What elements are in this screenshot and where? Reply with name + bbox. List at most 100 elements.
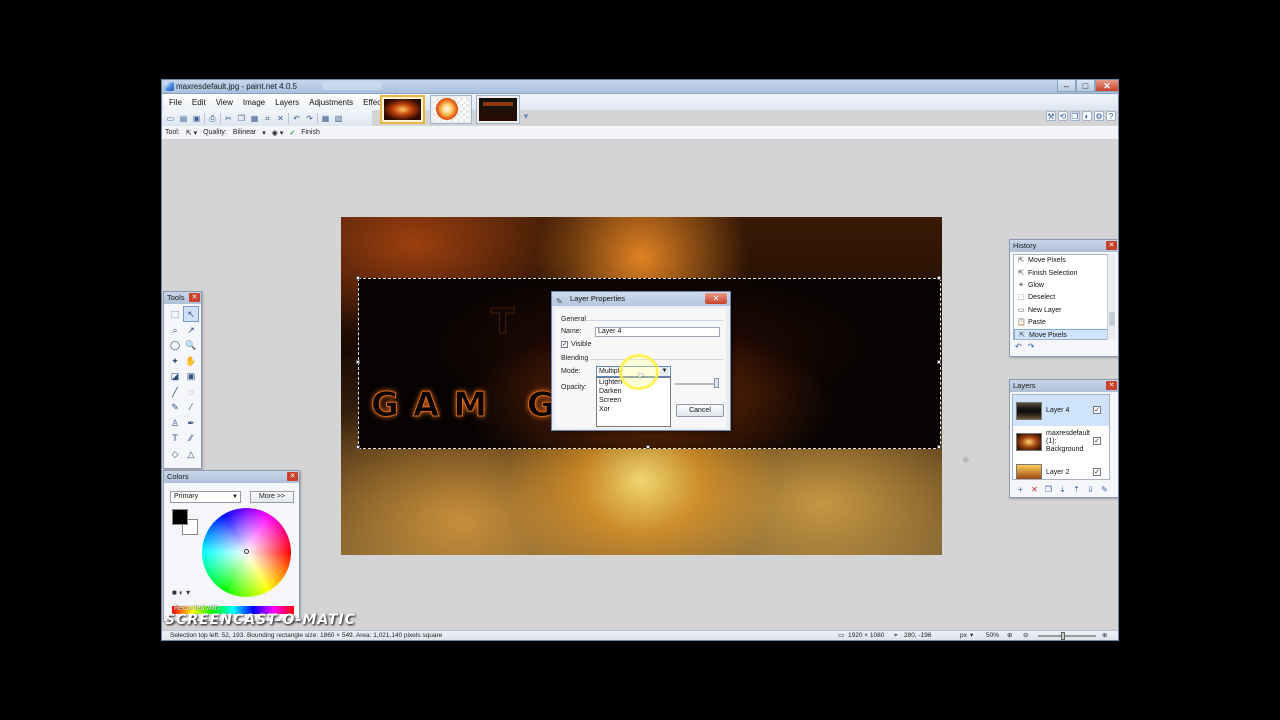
layer-name-input[interactable]: Layer 4	[595, 327, 720, 337]
history-item-selected[interactable]: ⇱ Move Pixels	[1014, 329, 1109, 339]
print-icon[interactable]: ⎙	[207, 113, 218, 124]
image-tab-2[interactable]	[430, 95, 472, 124]
selection-handle[interactable]	[937, 445, 941, 449]
finish-button[interactable]: Finish	[301, 129, 320, 136]
blend-mode-option[interactable]: Xor	[597, 405, 670, 414]
image-tab-1[interactable]	[380, 95, 425, 124]
open-icon[interactable]: ▤	[178, 113, 189, 124]
history-item[interactable]: ▭ New Layer	[1014, 305, 1109, 317]
dialog-close-button[interactable]: ✕	[705, 293, 727, 304]
blend-mode-select[interactable]: Multiply ▼	[596, 366, 671, 377]
selection-handle[interactable]	[356, 276, 360, 280]
layer-properties-icon[interactable]: ✎	[1099, 485, 1110, 494]
merge-layer-down-icon[interactable]: ⇣	[1057, 485, 1068, 494]
menu-file[interactable]: File	[164, 98, 187, 107]
delete-layer-icon[interactable]: ✕	[1029, 485, 1040, 494]
lasso-tool-icon[interactable]: ⌕	[167, 322, 183, 338]
color-wheel-marker[interactable]	[244, 549, 249, 554]
layer-visibility-checkbox[interactable]: ✓	[1093, 468, 1101, 476]
visible-checkbox[interactable]: ✓	[561, 341, 568, 348]
undo-icon[interactable]: ↶	[1015, 342, 1022, 351]
layer-row[interactable]: Layer 2 ✓	[1013, 457, 1109, 479]
selection-handle[interactable]	[937, 276, 941, 280]
canvas-resize-grip-icon[interactable]: ⁜	[962, 455, 970, 466]
save-icon[interactable]: ▣	[191, 113, 202, 124]
paste-icon[interactable]: ▦	[249, 113, 260, 124]
grid-icon[interactable]: ▦	[320, 113, 331, 124]
rectangle-select-tool-icon[interactable]: ⬚	[167, 306, 183, 322]
layer-visibility-checkbox[interactable]: ✓	[1093, 437, 1101, 445]
move-selection-tool-icon[interactable]: ↗	[183, 322, 199, 338]
scrollbar-thumb[interactable]	[1109, 312, 1115, 326]
color-mode-select[interactable]: Primary ▼	[170, 491, 241, 503]
maximize-button[interactable]: □	[1076, 80, 1095, 92]
layer-row[interactable]: maxresdefault (1): Background ✓	[1013, 426, 1109, 457]
ellipse-select-tool-icon[interactable]: ◯	[167, 337, 183, 353]
blend-mode-option[interactable]: Darken	[597, 387, 670, 396]
opacity-slider-thumb[interactable]	[714, 378, 719, 388]
blend-mode-option[interactable]: Lighten	[597, 378, 670, 387]
undo-icon[interactable]: ↶	[291, 113, 302, 124]
layer-row-selected[interactable]: Layer 4 ✓	[1013, 395, 1109, 426]
finish-check-icon[interactable]: ✓	[289, 129, 295, 137]
tools-close-button[interactable]: ✕	[189, 293, 200, 302]
selection-handle[interactable]	[646, 445, 650, 449]
line-curve-tool-icon[interactable]: ⁄⁄	[183, 430, 199, 446]
pencil-tool-icon[interactable]: ✎	[167, 399, 183, 415]
eraser-tool-icon[interactable]: ◌	[183, 384, 199, 400]
colors-toggle-icon[interactable]: ◐	[1082, 111, 1092, 121]
pan-tool-icon[interactable]: ✋	[183, 353, 199, 369]
selection-handle[interactable]	[356, 360, 360, 364]
history-scrollbar[interactable]	[1107, 254, 1115, 340]
minimize-button[interactable]: –	[1057, 80, 1076, 92]
shapes-tool-icon[interactable]: ◇	[167, 446, 183, 462]
image-tab-3[interactable]	[476, 95, 520, 124]
paint-bucket-tool-icon[interactable]: ◪	[167, 368, 183, 384]
cut-icon[interactable]: ✂	[223, 113, 234, 124]
menu-view[interactable]: View	[211, 98, 238, 107]
current-tool-icon[interactable]: ⇱ ▾	[186, 129, 197, 137]
history-item[interactable]: ⬚ Deselect	[1014, 292, 1109, 304]
history-item[interactable]: ⇱ Move Pixels	[1014, 255, 1109, 267]
add-layer-icon[interactable]: +	[1015, 485, 1026, 494]
new-icon[interactable]: ▭	[165, 113, 176, 124]
history-item[interactable]: ☀ Glow	[1014, 280, 1109, 292]
more-colors-button[interactable]: More >>	[250, 491, 294, 503]
duplicate-layer-icon[interactable]: ❐	[1043, 485, 1054, 494]
redo-icon[interactable]: ↷	[304, 113, 315, 124]
recolor-tool-icon[interactable]: ✒	[183, 415, 199, 431]
clone-stamp-tool-icon[interactable]: ♙	[167, 415, 183, 431]
cancel-button[interactable]: Cancel	[676, 404, 724, 417]
move-selected-pixels-tool-icon[interactable]: ↖	[183, 306, 199, 322]
units-dropdown-icon[interactable]: ▾	[970, 631, 973, 640]
zoom-in-icon[interactable]: ⊕	[1102, 631, 1107, 640]
colors-close-button[interactable]: ✕	[287, 472, 298, 481]
help-icon[interactable]: ?	[1106, 111, 1116, 121]
history-toggle-icon[interactable]: ⟲	[1058, 111, 1068, 121]
gradient-tool-icon[interactable]: ▣	[183, 368, 199, 384]
rulers-icon[interactable]: ▧	[333, 113, 344, 124]
primary-color-swatch[interactable]	[172, 509, 188, 525]
color-picker-tool-icon[interactable]: ⁄	[183, 399, 199, 415]
menu-image[interactable]: Image	[238, 98, 270, 107]
selection-handle[interactable]	[937, 360, 941, 364]
magic-wand-tool-icon[interactable]: ✦	[167, 353, 183, 369]
redo-icon[interactable]: ↷	[1028, 342, 1035, 351]
shape-type-icon[interactable]: △	[183, 446, 199, 462]
history-item[interactable]: 📋 Paste	[1014, 317, 1109, 329]
crop-icon[interactable]: ⌗	[262, 113, 273, 124]
layers-close-button[interactable]: ✕	[1106, 381, 1117, 390]
quality-dropdown-icon[interactable]: ▾	[262, 129, 266, 137]
copy-icon[interactable]: ❐	[236, 113, 247, 124]
zoom-value[interactable]: 50%	[986, 631, 999, 640]
quality-select[interactable]: Bilinear	[233, 129, 256, 136]
history-close-button[interactable]: ✕	[1106, 241, 1117, 250]
paintbrush-tool-icon[interactable]: ╱	[167, 384, 183, 400]
zoom-tool-icon[interactable]: 🔍	[183, 337, 199, 353]
tools-toggle-icon[interactable]: ⚒	[1046, 111, 1056, 121]
zoom-slider-track[interactable]	[1038, 635, 1096, 637]
zoom-slider-thumb[interactable]	[1061, 632, 1065, 640]
selection-handle[interactable]	[356, 445, 360, 449]
chevron-down-icon[interactable]: ▼	[660, 367, 669, 376]
deselect-icon[interactable]: ✕	[275, 113, 286, 124]
